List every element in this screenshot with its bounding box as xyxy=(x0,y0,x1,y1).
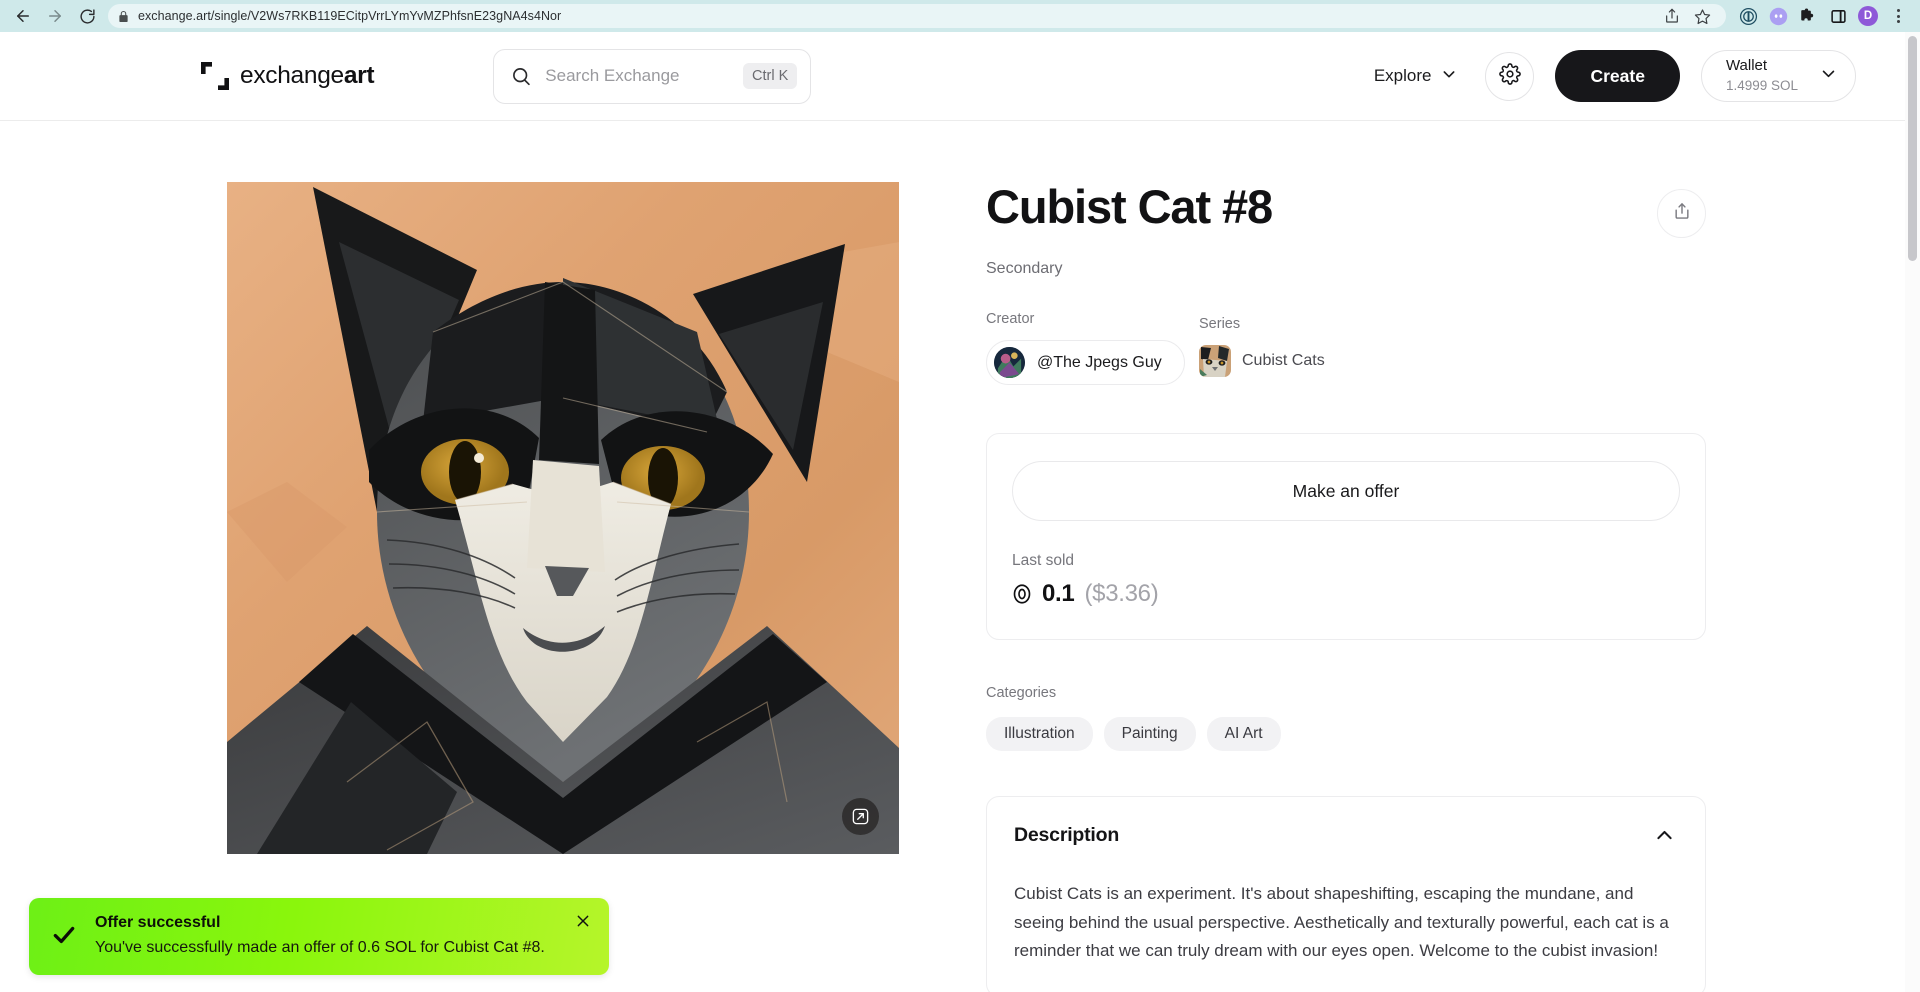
forward-icon[interactable] xyxy=(40,1,70,31)
price-usd-value: ($3.36) xyxy=(1084,580,1159,607)
series-link[interactable]: Cubist Cats xyxy=(1199,345,1325,377)
sol-icon xyxy=(1012,584,1032,604)
categories-section: Categories Illustration Painting AI Art xyxy=(986,685,1706,751)
create-button[interactable]: Create xyxy=(1555,50,1680,102)
check-icon xyxy=(51,922,77,948)
scrollbar-thumb[interactable] xyxy=(1908,36,1917,261)
browser-toolbar: exchange.art/single/V2Ws7RKB119ECitpVrrL… xyxy=(0,0,1920,32)
last-sold-price: 0.1 ($3.36) xyxy=(1012,580,1680,608)
description-header[interactable]: Description xyxy=(1014,824,1675,847)
make-offer-button[interactable]: Make an offer xyxy=(1012,461,1680,521)
creator-label: Creator xyxy=(986,311,1035,327)
description-body: Cubist Cats is an experiment. It's about… xyxy=(1014,884,1669,961)
chevron-up-icon[interactable] xyxy=(1654,825,1675,846)
url-text: exchange.art/single/V2Ws7RKB119ECitpVrrL… xyxy=(138,9,562,23)
wallet-extension-icon[interactable] xyxy=(1764,2,1792,30)
extension-circle-icon[interactable] xyxy=(1734,2,1762,30)
series-name: Cubist Cats xyxy=(1242,352,1325,369)
profile-initial: D xyxy=(1858,6,1878,26)
creator-name: @The Jpegs Guy xyxy=(1037,353,1162,371)
explore-label: Explore xyxy=(1373,66,1432,85)
page-scrollbar[interactable] xyxy=(1905,32,1920,992)
wallet-button[interactable]: Wallet 1.4999 SOL xyxy=(1700,50,1856,102)
reload-icon[interactable] xyxy=(72,1,102,31)
offer-card: Make an offer Last sold 0.1 ($3.36) xyxy=(986,433,1706,640)
categories-label: Categories xyxy=(986,685,1057,701)
search-icon xyxy=(511,66,532,87)
artwork-column xyxy=(227,182,899,992)
series-thumbnail xyxy=(1199,345,1231,377)
cubist-cat-artwork xyxy=(227,182,899,854)
description-card: Description Cubist Cats is an experiment… xyxy=(986,796,1706,992)
exchange-art-logo[interactable]: exchangeart xyxy=(200,61,375,91)
meta-row: Creator @The Jpegs Guy Series Cubist Cat… xyxy=(986,311,1706,385)
header-actions: Explore Create Wallet 1.4999 SOL xyxy=(1374,50,1856,102)
series-label: Series xyxy=(1199,316,1241,332)
search-shortcut-badge: Ctrl K xyxy=(743,63,798,89)
explore-menu[interactable]: Explore xyxy=(1374,66,1458,87)
description-title: Description xyxy=(1014,824,1120,846)
site-header: exchangeart Search Exchange Ctrl K Explo… xyxy=(0,32,1920,121)
artwork-image[interactable] xyxy=(227,182,899,854)
logo-text-art: art xyxy=(343,62,375,89)
share-icon xyxy=(1672,201,1692,226)
category-pill[interactable]: Illustration xyxy=(986,717,1093,751)
chevron-down-icon xyxy=(1820,65,1837,87)
back-icon[interactable] xyxy=(8,1,38,31)
price-sol-value: 0.1 xyxy=(1042,580,1075,607)
toast-title: Offer successful xyxy=(95,913,221,931)
share-page-icon[interactable] xyxy=(1658,2,1686,30)
page-title: Cubist Cat #8 xyxy=(986,180,1273,233)
toast-notification: Offer successful You've successfully mad… xyxy=(29,897,609,975)
title-row: Cubist Cat #8 xyxy=(986,180,1706,238)
category-pill[interactable]: AI Art xyxy=(1206,717,1281,751)
expand-artwork-button[interactable] xyxy=(842,798,879,835)
last-sold-label: Last sold xyxy=(1012,552,1075,569)
creator-chip[interactable]: @The Jpegs Guy xyxy=(986,340,1185,385)
detail-column: Cubist Cat #8 Secondary Creator @The Jpe… xyxy=(986,180,1706,992)
logo-text-exchange: exchange xyxy=(240,62,344,89)
logo-mark-icon xyxy=(200,61,230,91)
toast-message: You've successfully made an offer of 0.6… xyxy=(95,939,545,956)
wallet-info: Wallet 1.4999 SOL xyxy=(1726,57,1798,95)
share-button[interactable] xyxy=(1657,189,1706,238)
toast-text: Offer successful You've successfully mad… xyxy=(95,911,557,960)
bookmark-star-icon[interactable] xyxy=(1688,2,1716,30)
categories-list: Illustration Painting AI Art xyxy=(986,717,1706,751)
profile-avatar[interactable]: D xyxy=(1854,2,1882,30)
close-icon[interactable] xyxy=(575,913,591,929)
gear-icon xyxy=(1499,62,1521,90)
lock-icon xyxy=(118,10,129,23)
page-body: Cubist Cat #8 Secondary Creator @The Jpe… xyxy=(0,121,1920,992)
series-block: Series Cubist Cats xyxy=(1199,311,1325,385)
settings-button[interactable] xyxy=(1485,51,1535,101)
wallet-label: Wallet xyxy=(1725,57,1768,75)
address-bar[interactable]: exchange.art/single/V2Ws7RKB119ECitpVrrL… xyxy=(108,4,1726,28)
logo-text: exchangeart xyxy=(240,62,375,90)
expand-icon xyxy=(851,807,870,826)
creator-block: Creator @The Jpegs Guy xyxy=(986,311,1199,385)
market-type-label: Secondary xyxy=(986,260,1063,277)
search-input[interactable]: Search Exchange Ctrl K xyxy=(493,48,812,104)
wallet-balance: 1.4999 SOL xyxy=(1725,77,1798,93)
search-placeholder: Search Exchange xyxy=(545,66,680,85)
side-panel-icon[interactable] xyxy=(1824,2,1852,30)
extensions-puzzle-icon[interactable] xyxy=(1794,2,1822,30)
browser-menu-icon[interactable] xyxy=(1884,2,1912,30)
avatar xyxy=(994,347,1025,378)
chevron-down-icon xyxy=(1441,66,1457,87)
category-pill[interactable]: Painting xyxy=(1103,717,1196,751)
